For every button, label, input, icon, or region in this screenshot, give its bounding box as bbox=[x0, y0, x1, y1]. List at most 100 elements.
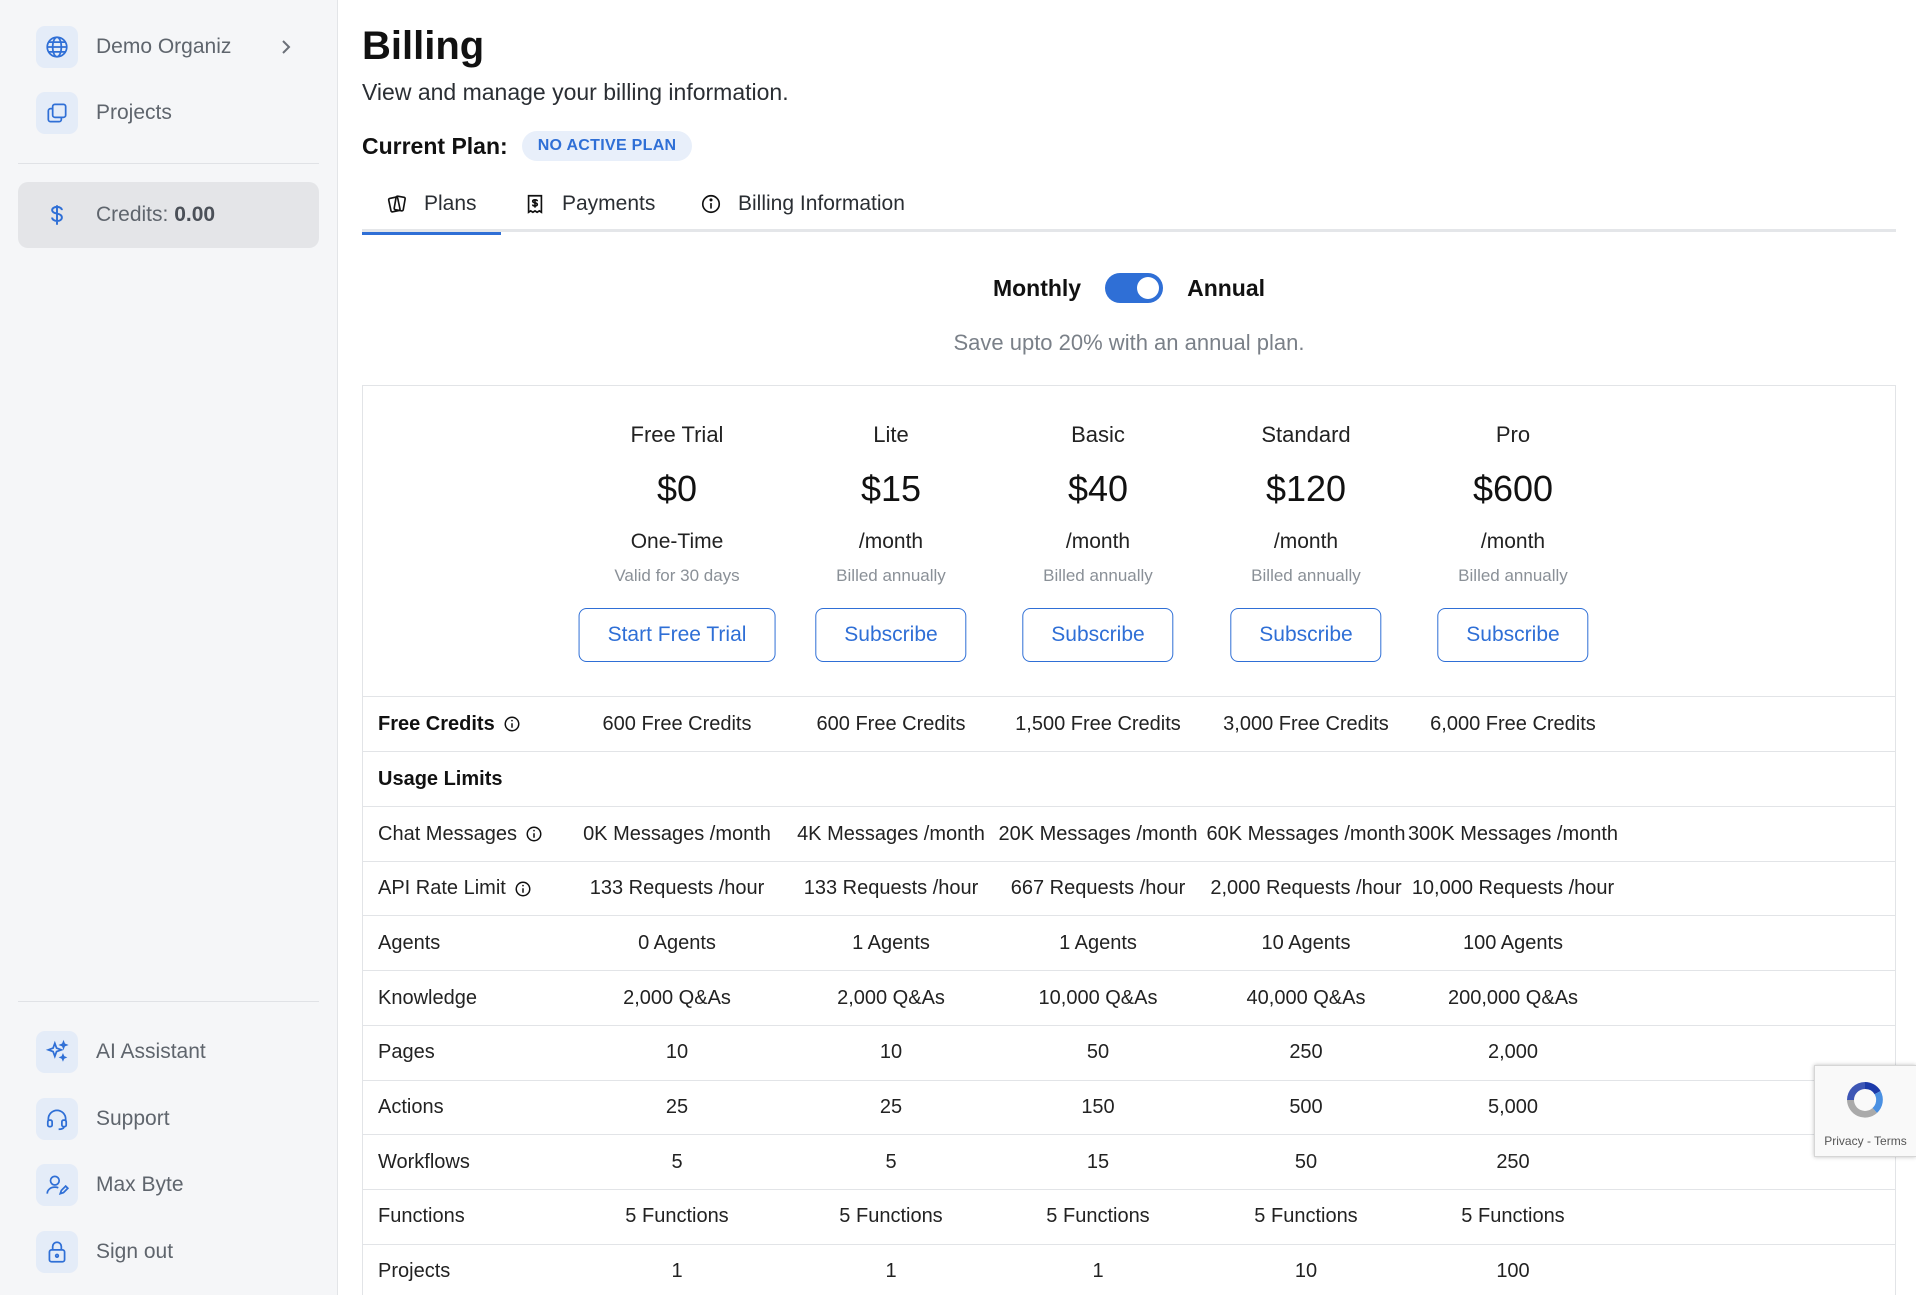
globe-icon bbox=[36, 26, 78, 68]
table-cell: 200,000 Q&As bbox=[1447, 986, 1579, 1009]
plan-card: Free Trial $0 One-Time Valid for 30 days Sta… bbox=[552, 386, 802, 696]
table-row: Agents 0 Agents 1 Agents 1 Agents 10 Agents 1… bbox=[363, 915, 1895, 970]
table-row: Chat Messages 0K Messages /month 4K Messag… bbox=[363, 806, 1895, 861]
info-icon bbox=[701, 194, 721, 214]
current-plan: Current Plan: NO ACTIVE PLAN bbox=[362, 131, 693, 161]
row-label-text: Chat Messages bbox=[378, 822, 517, 845]
row-label-text: Agents bbox=[378, 931, 441, 954]
sidebar: Demo Organiz Projects Credits: 0.00 AI A… bbox=[0, 0, 338, 1295]
plan-name: Pro bbox=[1495, 422, 1531, 447]
sidebar-item-sign-out[interactable]: Sign out bbox=[18, 1219, 319, 1285]
row-label-text: Actions bbox=[378, 1096, 444, 1118]
row-label-text: Knowledge bbox=[378, 986, 477, 1009]
billing-tabs: Plans Payments Billing Information bbox=[362, 176, 1896, 235]
subscribe-button[interactable]: Subscribe bbox=[1022, 608, 1174, 662]
row-label: Workflows bbox=[378, 1135, 470, 1189]
switch-knob bbox=[1137, 277, 1160, 299]
table-row: Free Credits 600 Free Credits 600 Free Cre… bbox=[363, 696, 1895, 751]
row-label-text: Projects bbox=[378, 1260, 451, 1283]
row-label: Projects bbox=[378, 1245, 450, 1295]
start-free-trial-button[interactable]: Start Free Trial bbox=[578, 608, 776, 662]
table-cell: 133 Requests /hour bbox=[589, 877, 765, 900]
table-cell: 2,000 Q&As bbox=[623, 986, 731, 1009]
table-cell: 10 bbox=[665, 1041, 689, 1064]
tab-label: Plans bbox=[424, 192, 477, 215]
dollar-icon bbox=[36, 194, 78, 236]
billing-period-toggle: Monthly Annual bbox=[362, 273, 1896, 303]
table-cell: 5 Functions bbox=[625, 1205, 729, 1228]
org-switcher[interactable]: Demo Organiz bbox=[18, 14, 319, 80]
annual-label: Annual bbox=[1187, 274, 1266, 301]
info-icon[interactable] bbox=[514, 880, 532, 898]
sidebar-item-credits[interactable]: Credits: 0.00 bbox=[18, 182, 319, 248]
receipt-icon bbox=[527, 194, 543, 214]
plan-billing-note: Valid for 30 days bbox=[614, 566, 740, 585]
row-label: Agents bbox=[378, 916, 440, 970]
status-badge: NO ACTIVE PLAN bbox=[521, 131, 693, 161]
table-cell: 300K Messages /month bbox=[1407, 822, 1619, 845]
monthly-label: Monthly bbox=[992, 274, 1082, 301]
credits-label: Credits: 0.00 bbox=[96, 203, 215, 227]
subscribe-button[interactable]: Subscribe bbox=[1437, 608, 1589, 662]
row-label-text: Free Credits bbox=[378, 712, 495, 735]
table-cell: 250 bbox=[1496, 1150, 1530, 1173]
sidebar-item-label: AI Assistant bbox=[96, 1040, 206, 1063]
recaptcha-icon bbox=[1847, 1082, 1883, 1118]
row-label-text: Pages bbox=[378, 1041, 435, 1064]
sidebar-item-label: Projects bbox=[96, 101, 172, 124]
row-label: Functions bbox=[378, 1190, 465, 1244]
credits-prefix: Credits: bbox=[96, 203, 175, 226]
tab-payments[interactable]: Payments bbox=[524, 176, 655, 232]
sidebar-item-profile[interactable]: Max Byte bbox=[18, 1152, 319, 1218]
sparkles-icon bbox=[36, 1031, 78, 1073]
table-cell: 100 Agents bbox=[1462, 931, 1564, 954]
table-row: Knowledge 2,000 Q&As 2,000 Q&As 10,000 Q&As… bbox=[363, 970, 1895, 1025]
table-cell: 6,000 Free Credits bbox=[1430, 712, 1596, 735]
table-cell: 0K Messages /month bbox=[583, 822, 771, 845]
row-label-text: API Rate Limit bbox=[378, 877, 506, 900]
table-cell: 0 Agents bbox=[638, 931, 716, 954]
table-cell: 10,000 Requests /hour bbox=[1411, 877, 1615, 900]
annual-savings-note: Save upto 20% with an annual plan. bbox=[953, 330, 1305, 355]
table-row: Projects 1 1 1 10 100 bbox=[363, 1243, 1895, 1295]
row-label: Chat Messages bbox=[378, 807, 543, 861]
table-cell: 1 bbox=[671, 1260, 683, 1283]
plan-price: $600 bbox=[1472, 468, 1554, 509]
tab-billing-information[interactable]: Billing Information bbox=[700, 176, 905, 232]
tab-plans[interactable]: Plans bbox=[362, 176, 500, 235]
pricing-table: Free Trial $0 One-Time Valid for 30 days Sta… bbox=[362, 385, 1896, 1295]
plan-billing-note: Billed annually bbox=[1458, 566, 1568, 585]
table-row: API Rate Limit 133 Requests /hour 133 Requ… bbox=[363, 860, 1895, 916]
page-subtitle: View and manage your billing information… bbox=[362, 79, 789, 105]
table-cell: 5 Functions bbox=[1461, 1205, 1565, 1228]
credits-value: 0.00 bbox=[174, 203, 216, 226]
subscribe-button[interactable]: Subscribe bbox=[815, 608, 967, 662]
section-title: Usage Limits bbox=[378, 767, 503, 790]
sidebar-divider bbox=[18, 1001, 319, 1002]
table-row: Workflows 5 5 15 50 250 bbox=[363, 1134, 1895, 1189]
table-row: Functions 5 Functions 5 Functions 5 Functio… bbox=[363, 1188, 1895, 1244]
table-cell: 5,000 bbox=[1487, 1096, 1539, 1118]
row-label: Knowledge bbox=[378, 971, 477, 1025]
sidebar-item-label: Sign out bbox=[96, 1240, 174, 1263]
table-cell: 25 bbox=[665, 1096, 689, 1118]
headset-icon bbox=[36, 1098, 78, 1140]
copy-icon bbox=[36, 92, 78, 134]
subscribe-button[interactable]: Subscribe bbox=[1230, 608, 1382, 662]
plan-card: Pro $600/month Billed annually Subscribe bbox=[1388, 386, 1638, 696]
info-icon[interactable] bbox=[525, 825, 543, 843]
row-label: API Rate Limit bbox=[378, 862, 532, 916]
annual-switch[interactable] bbox=[1105, 273, 1164, 303]
lock-icon bbox=[36, 1231, 78, 1273]
sidebar-item-label: Max Byte bbox=[96, 1173, 184, 1196]
tab-label: Payments bbox=[562, 192, 656, 215]
row-label: Pages bbox=[378, 1026, 435, 1080]
recaptcha-badge[interactable]: Privacy - Terms bbox=[1814, 1065, 1916, 1157]
sidebar-item-ai-assistant[interactable]: AI Assistant bbox=[18, 1019, 319, 1085]
row-label-text: Functions bbox=[378, 1205, 465, 1228]
sidebar-item-projects[interactable]: Projects bbox=[18, 80, 319, 146]
current-plan-label: Current Plan: bbox=[362, 132, 508, 159]
plan-period: /month bbox=[1480, 530, 1546, 553]
sidebar-item-support[interactable]: Support bbox=[18, 1086, 319, 1152]
info-icon[interactable] bbox=[503, 715, 521, 733]
